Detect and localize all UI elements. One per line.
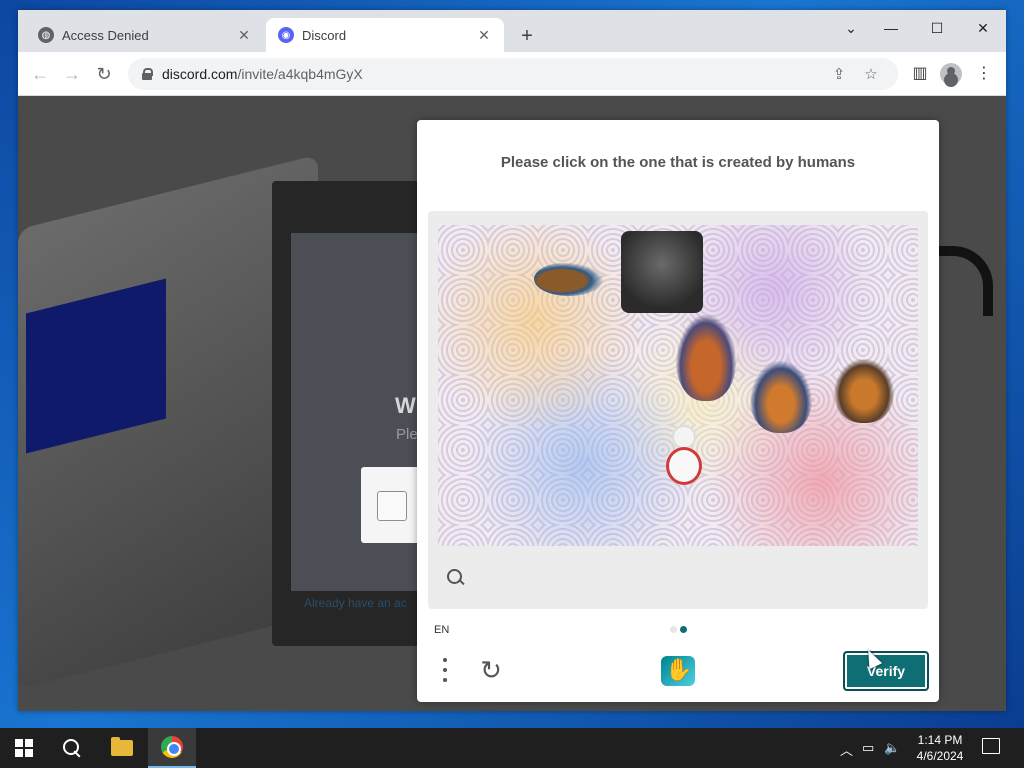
new-tab-button[interactable]: + [515,24,539,48]
maximize-button[interactable]: ☐ [914,14,960,42]
chrome-icon [161,736,183,758]
minimize-button[interactable]: — [868,14,914,42]
url-path: /invite/a4kqb4mGyX [237,66,363,82]
profile-avatar-icon[interactable] [940,63,962,85]
forward-arrow-icon[interactable]: → [58,60,86,88]
url-domain: discord.com [162,66,238,82]
lock-icon [142,68,153,80]
verify-button[interactable]: Verify [843,651,929,691]
windows-logo-icon [15,739,33,757]
menu-dots-icon[interactable] [443,658,447,682]
zoom-search-icon[interactable] [446,568,466,588]
search-button[interactable] [48,728,96,768]
elephant-image[interactable] [621,231,703,313]
network-icon[interactable]: ▭ [862,740,874,756]
discord-icon: ◉ [278,27,294,43]
volume-icon[interactable]: 🔈 [884,740,900,756]
show-hidden-icons-chevron-icon[interactable]: ︿ [840,740,853,759]
duck-image-1[interactable] [534,262,604,296]
snowman-image[interactable] [660,421,708,487]
duck-image-3[interactable] [750,361,812,433]
tab-title: Discord [302,27,347,43]
file-explorer-button[interactable] [98,728,146,768]
task-area [428,211,928,609]
refresh-icon[interactable]: ↻ [477,656,505,684]
login-link[interactable]: Already have an ac [304,596,407,610]
start-button[interactable] [0,728,48,768]
language-selector[interactable]: EN [434,624,449,636]
hcaptcha-challenge: Please click on the one that is created … [417,120,939,702]
notification-icon[interactable] [982,738,1000,754]
taskbar: ︿ ▭ 🔈 1:14 PM 4/6/2024 [0,728,1024,768]
globe-icon: ◍ [38,27,54,43]
tab-access-denied[interactable]: ◍ Access Denied ✕ [26,18,264,52]
reload-icon[interactable]: ↻ [90,60,118,88]
search-icon [63,739,81,757]
duck-image-4[interactable] [834,359,894,423]
page-indicator-dot [670,626,677,633]
side-panel-icon[interactable]: ▥ [906,60,934,88]
browser-toolbar: ← → ↻ discord.com/invite/a4kqb4mGyX ⇪ ☆ … [18,52,1006,96]
address-bar[interactable]: discord.com/invite/a4kqb4mGyX ⇪ ☆ [128,58,898,90]
close-tab-icon[interactable]: ✕ [236,27,252,44]
tab-title: Access Denied [62,27,149,43]
back-arrow-icon[interactable]: ← [26,60,54,88]
hcaptcha-logo-icon[interactable] [661,656,695,686]
tab-strip: ◍ Access Denied ✕ ◉ Discord ✕ + ⌄ — ☐ ✕ [18,10,1006,52]
close-window-button[interactable]: ✕ [960,14,1006,42]
duck-image-2[interactable] [676,315,736,401]
challenge-image[interactable] [438,225,918,546]
challenge-prompt: Please click on the one that is created … [500,154,856,171]
background-illustration-cable [933,246,993,316]
system-clock[interactable]: 1:14 PM 4/6/2024 [905,732,975,764]
folder-icon [111,737,133,756]
clock-time: 1:14 PM [917,733,963,747]
close-tab-icon[interactable]: ✕ [476,27,492,44]
page-indicator-dot-active [680,626,687,633]
more-menu-icon[interactable]: ⋮ [970,60,998,88]
bookmark-star-icon[interactable]: ☆ [860,64,882,86]
tab-discord[interactable]: ◉ Discord ✕ [266,18,504,52]
welcome-subtext: Ple [396,426,418,443]
welcome-heading: W [395,393,416,418]
clock-date: 4/6/2024 [916,749,964,763]
chrome-taskbar-button[interactable] [148,728,196,768]
share-icon[interactable]: ⇪ [828,64,850,86]
